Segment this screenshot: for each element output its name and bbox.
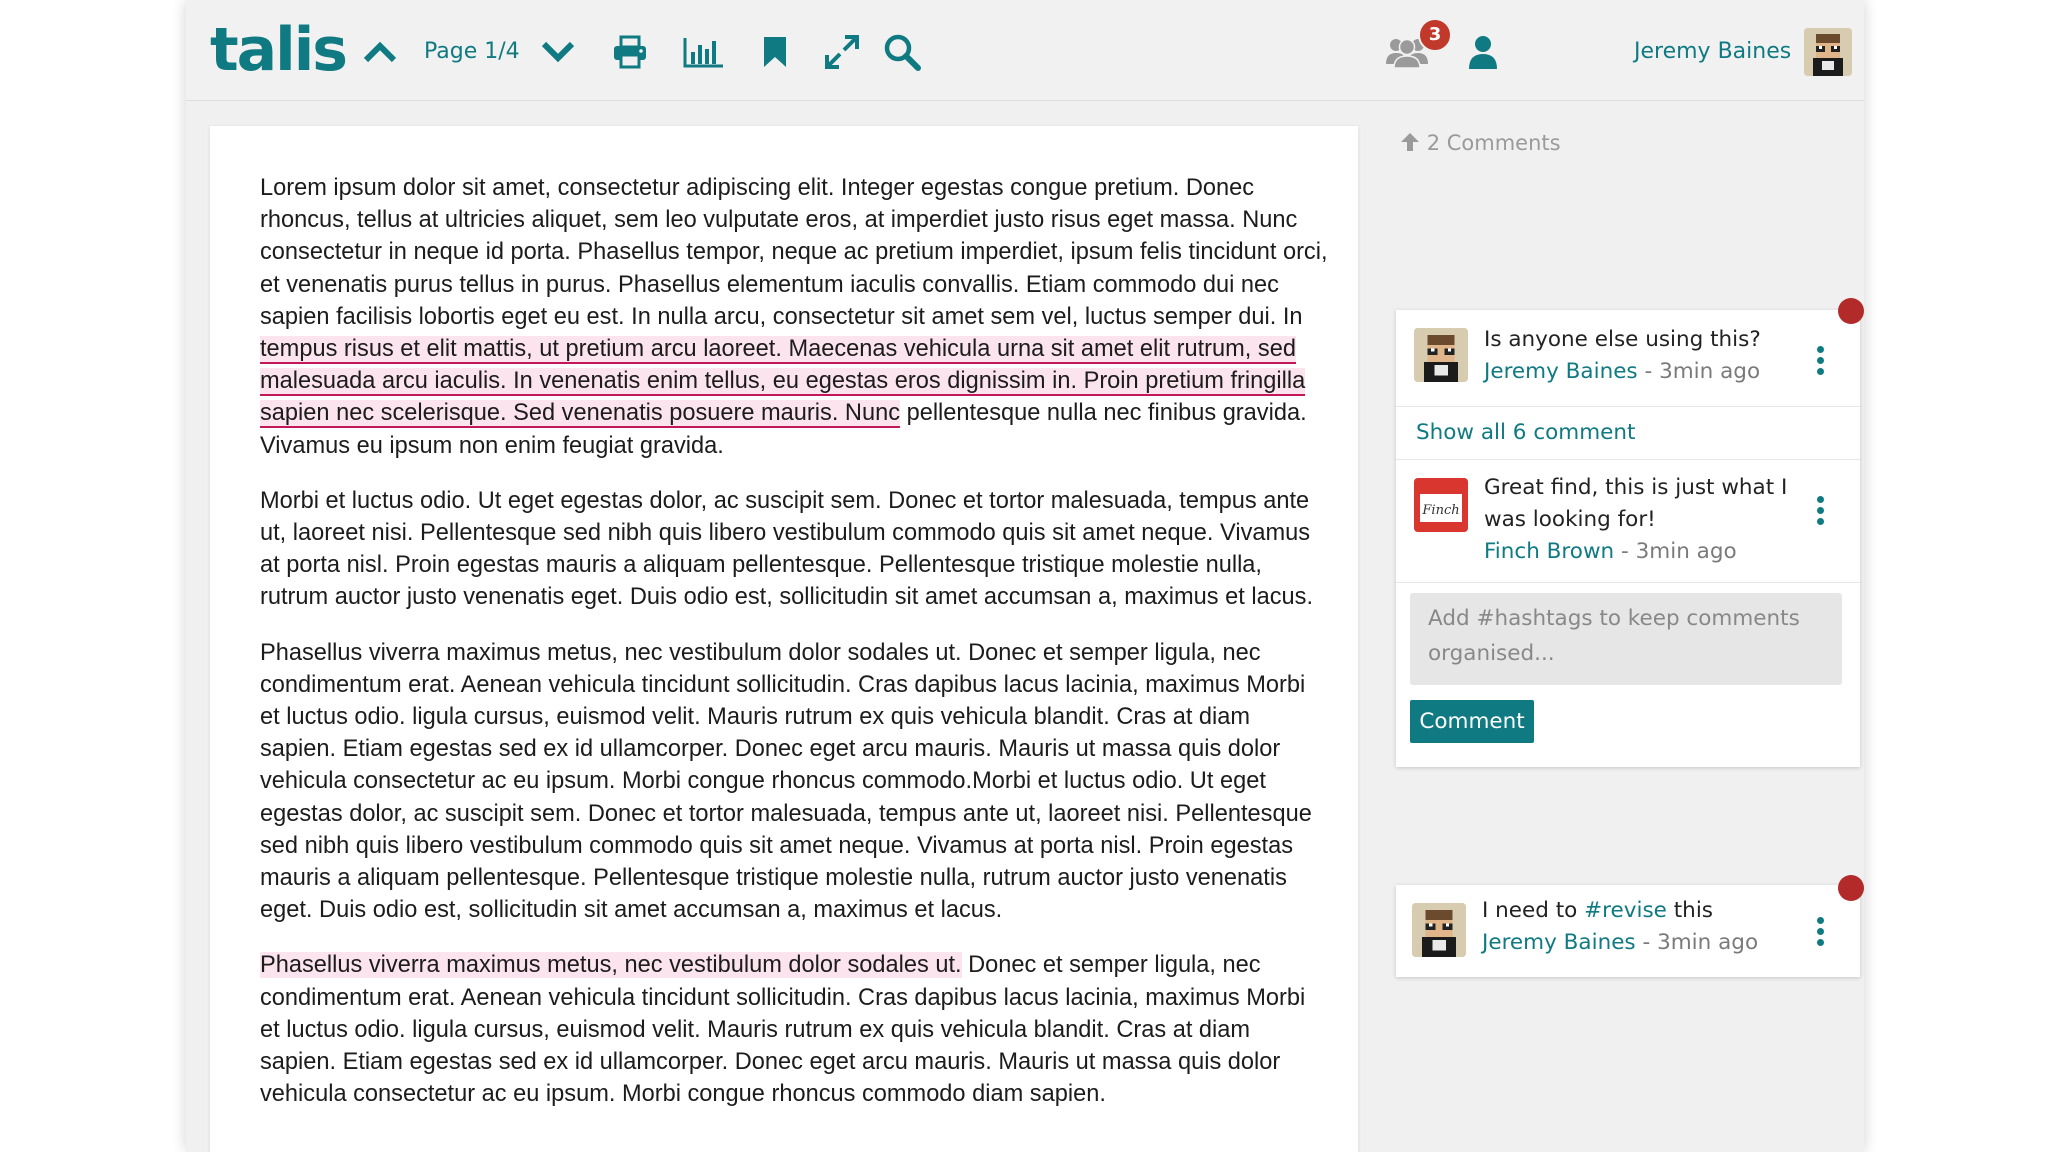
commenter-avatar[interactable]: Finch xyxy=(1414,478,1468,532)
comment-meta: Finch Brown - 3min ago xyxy=(1484,536,1814,568)
print-icon[interactable] xyxy=(610,30,650,74)
show-all-comments-link[interactable]: Show all 6 comment xyxy=(1416,417,1635,449)
comment-thread: I need to #revise this Jeremy Baines - 3… xyxy=(1396,885,1860,977)
comment-input[interactable]: Add #hashtags to keep comments organised… xyxy=(1410,593,1842,685)
user-avatar[interactable] xyxy=(1804,28,1852,76)
page-indicator: Page 1/4 xyxy=(424,39,520,64)
comment: Finch Great find, this is just what I wa… xyxy=(1396,460,1860,583)
bookmark-icon[interactable] xyxy=(758,30,792,74)
comment-author[interactable]: Jeremy Baines xyxy=(1484,359,1638,384)
commenter-avatar[interactable] xyxy=(1412,903,1466,957)
comment-composer: Add #hashtags to keep comments organised… xyxy=(1396,583,1860,767)
comment-author[interactable]: Jeremy Baines xyxy=(1482,930,1636,955)
app-window: talis Page 1/4 3 Jeremy Baines Lorem ips… xyxy=(186,0,1864,1152)
comment-thread: Is anyone else using this? Jeremy Baines… xyxy=(1396,310,1860,767)
highlighted-annotation[interactable]: Phasellus viverra maximus metus, nec ves… xyxy=(260,952,962,979)
paragraph-text: Lorem ipsum dolor sit amet, consectetur … xyxy=(260,175,1328,330)
meta-separator: - xyxy=(1637,359,1660,384)
show-all-row: Show all 6 comment xyxy=(1396,407,1860,460)
hashtag-link[interactable]: #revise xyxy=(1584,898,1667,923)
comment-meta: Jeremy Baines - 3min ago xyxy=(1484,356,1814,388)
comments-count[interactable]: 2 Comments xyxy=(1400,128,1561,158)
top-bar: talis Page 1/4 3 Jeremy Baines xyxy=(186,0,1864,101)
document-body: Lorem ipsum dolor sit amet, consectetur … xyxy=(260,172,1330,1133)
comment-time: 3min ago xyxy=(1659,359,1761,384)
comment-text: I need to #revise this xyxy=(1482,895,1812,927)
kebab-icon[interactable] xyxy=(1816,496,1824,526)
comment-author[interactable]: Finch Brown xyxy=(1484,539,1614,564)
user-icon[interactable] xyxy=(1466,30,1500,74)
kebab-icon[interactable] xyxy=(1816,917,1824,947)
comment-text-part: this xyxy=(1666,898,1713,923)
comments-count-label: 2 Comments xyxy=(1426,131,1561,155)
document-page: Lorem ipsum dolor sit amet, consectetur … xyxy=(210,126,1358,1152)
comment-button[interactable]: Comment xyxy=(1410,700,1534,743)
notification-badge: 3 xyxy=(1418,18,1452,52)
comment-text: Great find, this is just what I was look… xyxy=(1484,475,1788,532)
annotation-marker[interactable] xyxy=(1838,875,1864,901)
kebab-icon[interactable] xyxy=(1816,346,1824,376)
meta-separator: - xyxy=(1614,539,1636,564)
comment-text: Is anyone else using this? xyxy=(1484,327,1761,352)
paragraph: Morbi et luctus odio. Ut eget egestas do… xyxy=(260,487,1314,611)
comment-meta: Jeremy Baines - 3min ago xyxy=(1482,927,1812,959)
talis-logo[interactable]: talis xyxy=(210,12,348,88)
arrow-up-icon xyxy=(1401,133,1419,151)
annotation-marker[interactable] xyxy=(1838,298,1864,324)
comment-text-part: I need to xyxy=(1482,898,1585,923)
search-icon[interactable] xyxy=(882,30,922,74)
comment: I need to #revise this Jeremy Baines - 3… xyxy=(1396,885,1860,977)
paragraph: Phasellus viverra maximus metus, nec ves… xyxy=(260,949,1330,1110)
meta-separator: - xyxy=(1635,930,1658,955)
expand-icon[interactable] xyxy=(822,30,862,74)
comment-time: 3min ago xyxy=(1635,539,1737,564)
comment: Is anyone else using this? Jeremy Baines… xyxy=(1396,310,1860,407)
commenter-avatar[interactable] xyxy=(1414,328,1468,382)
paragraph: Phasellus viverra maximus metus, nec ves… xyxy=(260,639,1312,924)
chevron-down-icon[interactable] xyxy=(538,30,578,74)
chart-icon[interactable] xyxy=(682,30,726,74)
avatar-name-tag: Finch xyxy=(1421,503,1459,518)
comment-time: 3min ago xyxy=(1657,930,1759,955)
chevron-up-icon[interactable] xyxy=(360,30,400,74)
paragraph: Lorem ipsum dolor sit amet, consectetur … xyxy=(260,172,1330,462)
